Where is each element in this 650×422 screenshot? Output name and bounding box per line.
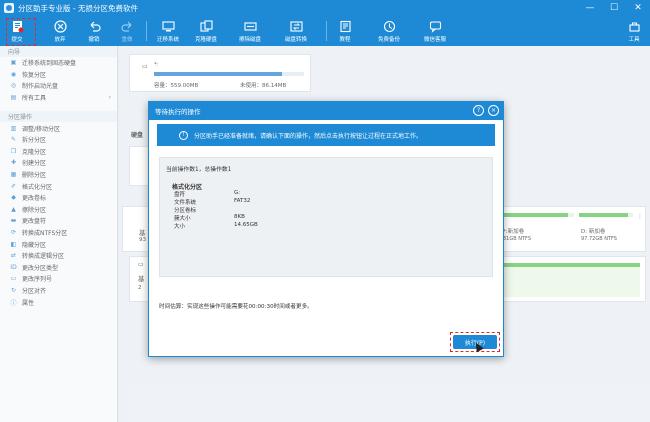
clone-disk-icon <box>199 19 213 33</box>
migrate-os-icon <box>161 19 175 33</box>
disk-convert-button[interactable]: 磁盘转换 <box>282 17 310 45</box>
info-icon: ! <box>179 130 188 140</box>
wechat-support-icon <box>428 19 442 33</box>
wechat-support-button[interactable]: 微信客服 <box>420 17 450 45</box>
free-backup-icon <box>382 19 396 33</box>
maximize-button[interactable]: ☐ <box>602 0 626 16</box>
dialog-title-bar: 等待执行的操作 ? × <box>149 102 503 120</box>
op-row-drive-letter: 盘符 G: <box>174 190 241 198</box>
redo-button[interactable]: 重做 <box>115 17 139 45</box>
dialog-info-banner: ! 分区助手已经准备就绪，请确认下面的操作，然后点击执行按钮让过程在正式地工作。 <box>157 124 495 146</box>
toolbar: 提交 放弃 撤销 重做 迁移系统 克隆硬盘 擦除磁盘 磁盘转换 教程 免费备份 … <box>0 16 650 46</box>
close-icon[interactable]: × <box>488 105 499 116</box>
undo-icon <box>87 19 101 33</box>
wipe-disk-button[interactable]: 擦除磁盘 <box>236 17 264 45</box>
operation-count: 当前操作数1，总操作数1 <box>166 167 232 173</box>
window-title: 分区助手专业版 - 无损分区免费软件 <box>18 3 138 13</box>
minimize-button[interactable]: — <box>578 0 602 16</box>
toolbar-separator <box>326 21 327 41</box>
title-bar: 分区助手专业版 - 无损分区免费软件 <box>0 0 650 16</box>
submit-highlight <box>6 18 36 46</box>
discard-button[interactable]: 放弃 <box>48 17 72 45</box>
app-logo-icon <box>4 3 14 13</box>
migrate-os-button[interactable]: 迁移系统 <box>154 17 182 45</box>
op-row-file-system: 文件系统 FAT32 <box>174 198 251 206</box>
disk-convert-icon <box>289 19 303 33</box>
tutorial-button[interactable]: 教程 <box>333 17 357 45</box>
dialog-info-text: 分区助手已经准备就绪，请确认下面的操作，然后点击执行按钮让过程在正式地工作。 <box>194 132 423 140</box>
toolbar-separator <box>146 21 147 41</box>
free-backup-button[interactable]: 免费备份 <box>374 17 404 45</box>
tutorial-icon <box>338 19 352 33</box>
tools-button[interactable]: 工具 <box>624 17 644 45</box>
wipe-disk-icon <box>243 19 257 33</box>
help-icon[interactable]: ? <box>473 105 484 116</box>
operations-list: 当前操作数1，总操作数1 格式化分区 盘符 G: 文件系统 FAT32 分区卷标 簇… <box>159 157 493 277</box>
dialog-title: 等待执行的操作 <box>155 108 201 116</box>
time-estimate: 时间估算：实现这些操作可能需要花00:00:30时间或者更多。 <box>159 304 313 310</box>
close-button[interactable]: ✕ <box>626 0 650 16</box>
op-row-cluster-size: 簇大小 8KB <box>174 214 245 222</box>
tools-icon <box>627 19 641 33</box>
undo-button[interactable]: 撤销 <box>82 17 106 45</box>
op-row-volume-label: 分区卷标 <box>174 208 197 214</box>
pending-operations-dialog: 等待执行的操作 ? × ! 分区助手已经准备就绪，请确认下面的操作，然后点击执行… <box>148 101 504 357</box>
op-row-size: 大小 14.65GB <box>174 222 258 230</box>
redo-icon <box>120 19 134 33</box>
clone-disk-button[interactable]: 克隆硬盘 <box>192 17 220 45</box>
discard-icon <box>53 19 67 33</box>
